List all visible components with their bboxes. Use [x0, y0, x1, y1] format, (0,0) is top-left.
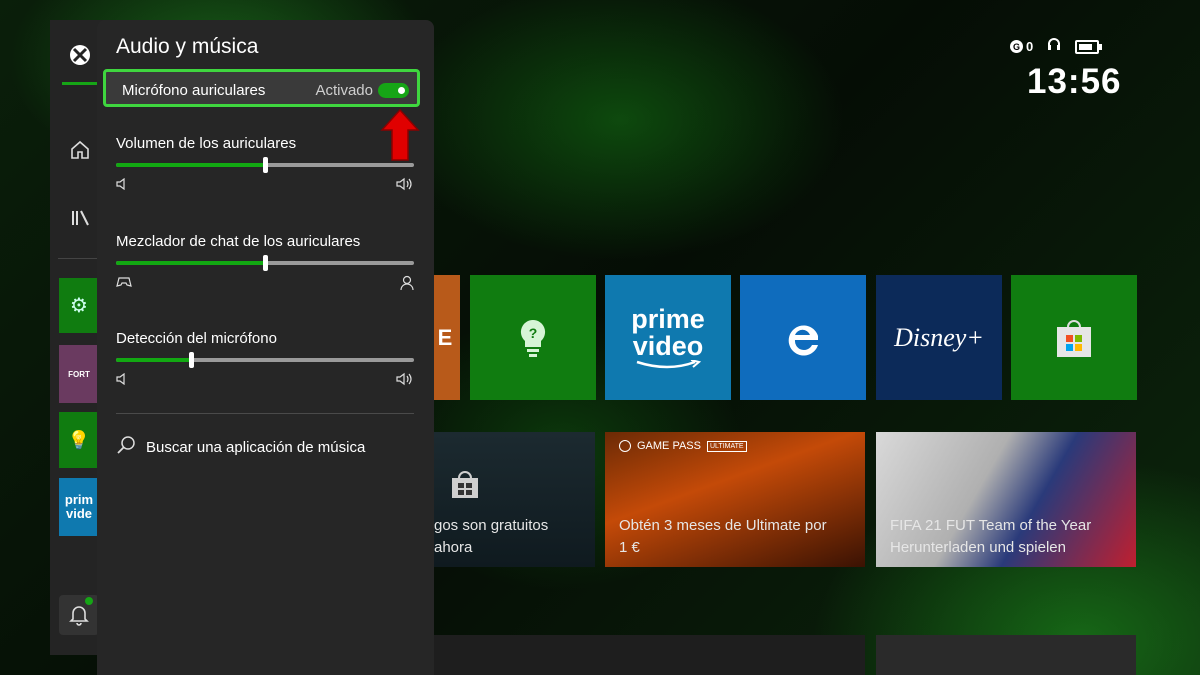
- search-music-app-button[interactable]: Buscar una aplicación de música: [116, 435, 365, 459]
- gamerscore-value: 0: [1026, 39, 1034, 54]
- notifications-button[interactable]: [59, 595, 99, 635]
- game-pass-line2: 1 €: [619, 539, 640, 556]
- rail-selection-indicator: [62, 82, 98, 85]
- headset-volume-slider-block: Volumen de los auriculares: [116, 135, 414, 191]
- slider-thumb[interactable]: [263, 157, 268, 173]
- lightbulb-icon: 💡: [67, 429, 91, 450]
- chat-mixer-label: Mezclador de chat de los auriculares: [116, 233, 361, 250]
- home-icon[interactable]: [60, 135, 100, 165]
- bell-icon: [69, 606, 89, 626]
- headset-icon: [1047, 38, 1061, 55]
- speaker-high-icon: [396, 177, 414, 196]
- panel-divider: [116, 413, 414, 414]
- status-bar: G 0: [1010, 38, 1103, 55]
- store-bag-icon: [452, 471, 478, 498]
- edge-icon: [788, 325, 818, 355]
- store-bag-icon: [1057, 319, 1091, 357]
- fifa-line2: Herunterladen und spielen: [890, 539, 1066, 556]
- chat-mixer-slider-block: Mezclador de chat de los auriculares: [116, 233, 414, 291]
- tile-prime-line1: prime: [631, 303, 705, 334]
- lightbulb-question-icon: ?: [520, 319, 546, 357]
- gear-icon: ⚙: [70, 295, 88, 317]
- tile-disney-plus[interactable]: Disney+: [876, 275, 1002, 400]
- tile-tips[interactable]: ?: [470, 275, 596, 400]
- fifa-line1: FIFA 21 FUT Team of the Year: [890, 517, 1092, 534]
- free-games-line2: ahora: [434, 539, 473, 556]
- rail-prime-line1: prim: [64, 492, 94, 507]
- speaker-low-icon: [116, 372, 126, 390]
- wide-tile-bottom-left[interactable]: [430, 635, 865, 675]
- person-icon: [400, 275, 414, 296]
- svg-text:?: ?: [529, 325, 538, 341]
- slider-thumb[interactable]: [263, 255, 268, 271]
- xbox-logo-icon: [619, 440, 631, 452]
- slider-fill: [116, 163, 265, 167]
- mic-detection-slider-block: Detección del micrófono: [116, 330, 414, 386]
- red-arrow-annotation: [380, 108, 420, 161]
- tile-prime-video[interactable]: prime video: [605, 275, 731, 400]
- chat-mixer-slider[interactable]: [116, 255, 414, 271]
- mic-detection-slider[interactable]: [116, 352, 414, 368]
- tile-disney-label: Disney+: [894, 322, 984, 352]
- mic-detection-label: Detección del micrófono: [116, 330, 277, 347]
- wide-tile-bottom-right[interactable]: [876, 635, 1136, 675]
- battery-icon: [1075, 39, 1103, 54]
- headset-volume-slider[interactable]: [116, 157, 414, 173]
- smile-arrow-icon: [636, 359, 702, 368]
- rail-prime-line2: vide: [65, 506, 92, 521]
- headset-mic-toggle[interactable]: [378, 83, 409, 98]
- toggle-knob: [398, 87, 405, 94]
- tile-prime-line2: video: [632, 330, 704, 361]
- game-pass-line1: Obtén 3 meses de Ultimate por: [619, 517, 827, 534]
- free-games-line1: gos son gratuitos: [434, 517, 549, 534]
- gamerscore-badge: G 0: [1010, 39, 1033, 54]
- notification-dot: [85, 597, 93, 605]
- slider-fill: [116, 358, 191, 362]
- clock: 13:56: [1027, 62, 1122, 101]
- tile-edge[interactable]: [740, 275, 866, 400]
- game-pass-ultimate: ULTIMATE: [706, 440, 747, 452]
- headset-mic-label: Micrófono auriculares: [122, 82, 266, 99]
- game-pass-label: GAME PASS: [637, 440, 701, 452]
- rail-fortnite-tile[interactable]: FORT: [59, 345, 99, 403]
- headset-mic-value: Activado: [315, 82, 373, 99]
- search-music-app-label: Buscar una aplicación de música: [146, 438, 366, 456]
- slider-thumb[interactable]: [188, 352, 194, 368]
- headset-volume-label: Volumen de los auriculares: [116, 135, 297, 152]
- rail-fortnite-label: FORT: [68, 369, 90, 379]
- rail-settings-tile[interactable]: ⚙: [59, 278, 99, 333]
- controller-icon: [116, 275, 132, 293]
- speaker-high-icon: [396, 372, 414, 391]
- wide-tile-free-games[interactable]: gos son gratuitos ahora: [430, 432, 595, 567]
- tile-store[interactable]: [1011, 275, 1137, 400]
- tile-fortnite[interactable]: E: [430, 275, 460, 400]
- headset-mic-row[interactable]: Micrófono auriculares Activado: [103, 69, 420, 107]
- xbox-logo-icon[interactable]: [60, 40, 100, 70]
- rail-divider: [58, 258, 102, 259]
- wide-tile-fifa[interactable]: FIFA 21 FUT Team of the Year Herunterlad…: [876, 432, 1136, 567]
- slider-fill: [116, 261, 265, 265]
- wide-tile-game-pass[interactable]: GAME PASS ULTIMATE Obtén 3 meses de Ulti…: [605, 432, 865, 567]
- rail-tips-tile[interactable]: 💡: [59, 412, 99, 468]
- panel-title: Audio y música: [116, 35, 259, 58]
- search-icon: [116, 435, 136, 459]
- tile-fortnite-label: E: [437, 324, 453, 350]
- gamerscore-icon: G: [1010, 40, 1023, 53]
- library-icon[interactable]: [60, 203, 100, 233]
- rail-prime-tile[interactable]: prim vide: [59, 478, 99, 536]
- speaker-low-icon: [116, 177, 126, 195]
- game-pass-badge: GAME PASS ULTIMATE: [619, 440, 747, 452]
